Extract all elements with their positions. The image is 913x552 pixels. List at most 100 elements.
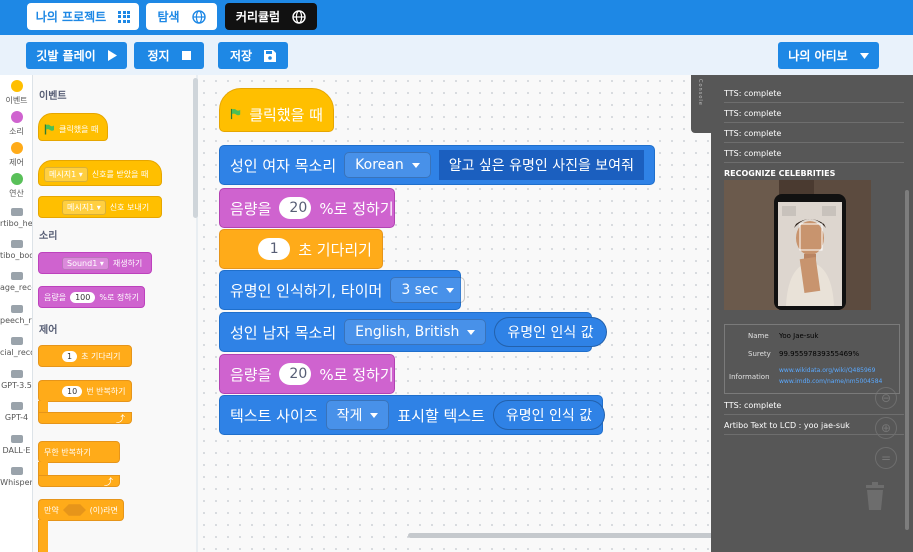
category-speech-recognition[interactable]: peech_reco (0, 305, 32, 325)
category-facial-recognition[interactable]: cial_recog (0, 337, 32, 357)
when-flag-clicked-block[interactable]: 클릭했을 때 (219, 88, 334, 132)
language-dropdown[interactable]: English, British (344, 319, 487, 345)
forever-c-arm (38, 462, 48, 476)
palette-broadcast[interactable]: 메시지1 ▾ 신호 보내기 (38, 196, 162, 218)
information-label: Information (729, 373, 770, 381)
my-artibo-dropdown[interactable]: 나의 아티보 (778, 42, 879, 69)
volume-input[interactable]: 20 (279, 197, 312, 219)
imdb-link[interactable]: www.imdb.com/name/nm5004584 (779, 378, 882, 385)
extension-icon (10, 435, 23, 443)
my-artibo-label: 나의 아티보 (788, 49, 848, 63)
output-panel: TTS: complete TTS: complete TTS: complet… (711, 75, 913, 552)
palette-when-received[interactable]: 메시지1 ▾ 신호를 받았을 때 (38, 160, 162, 186)
script-workspace[interactable]: 클릭했을 때 성인 여자 목소리 Korean 알고 싶은 유명인 사진을 보여… (198, 75, 711, 552)
block-label: 성인 남자 목소리 (230, 323, 337, 342)
palette-repeat[interactable]: 10 번 반복하기 (38, 380, 132, 402)
extension-icon (10, 337, 23, 345)
category-events[interactable]: 이벤트 (0, 80, 32, 106)
stop-button[interactable]: 정지 (134, 42, 204, 69)
category-control[interactable]: 제어 (0, 142, 32, 168)
category-artibo-head[interactable]: rtibo_head (0, 208, 32, 228)
palette-set-volume[interactable]: 음량을 100 %로 정하기 (38, 286, 145, 308)
repeat-input[interactable]: 10 (62, 385, 83, 397)
category-label: peech_reco (0, 316, 32, 325)
wait-input[interactable]: 1 (258, 238, 291, 260)
set-volume-block[interactable]: 음량을 20 %로 정하기 (219, 188, 395, 228)
category-whisper[interactable]: Whisper (0, 467, 32, 487)
text-size-dropdown[interactable]: 작게 (325, 400, 390, 430)
palette-forever[interactable]: 무한 반복하기 (38, 441, 120, 463)
boolean-slot-icon (62, 504, 86, 516)
block-label: 무한 반복하기 (44, 447, 91, 457)
lcd-text-block[interactable]: 텍스트 사이즈 작게 표시할 텍스트 유명인 인식 값 (219, 395, 606, 435)
volume-input[interactable]: 100 (70, 291, 96, 303)
grid-icon (118, 10, 131, 23)
block-label: 성인 여자 목소리 (230, 156, 337, 175)
sound-dropdown[interactable]: Sound1 ▾ (62, 256, 109, 270)
message-dropdown[interactable]: 메시지1 ▾ (62, 199, 106, 215)
category-gpt4[interactable]: GPT-4 (0, 402, 32, 422)
category-dot-icon (10, 142, 23, 154)
explore-button[interactable]: 탐색 (146, 3, 217, 30)
category-dot-icon (10, 173, 23, 185)
block-label: 텍스트 사이즈 (230, 406, 318, 425)
wait-input[interactable]: 1 (62, 350, 78, 362)
flag-play-button[interactable]: 깃발 플레이 (26, 42, 127, 69)
action-bar: 깃발 플레이 정지 저장 나의 아티보 (0, 35, 913, 75)
celebrity-value-reporter[interactable]: 유명인 인식 값 (494, 317, 607, 347)
wait-block[interactable]: 1 초 기다리기 (219, 229, 383, 269)
output-panel-scrollbar[interactable] (905, 190, 909, 530)
male-voice-tts-block[interactable]: 성인 남자 목소리 English, British 유명인 인식 값 (219, 312, 607, 352)
celebrity-info-box: Name Yoo Jae-suk Surety 99.9559783935546… (724, 324, 900, 394)
category-label: tibo_body (0, 251, 32, 260)
block-label: 번 반복하기 (86, 386, 126, 396)
zoom-in-icon[interactable]: ⊕ (875, 417, 897, 439)
female-voice-tts-block[interactable]: 성인 여자 목소리 Korean 알고 싶은 유명인 사진을 보여줘 (219, 145, 655, 185)
celebrity-value-reporter[interactable]: 유명인 인식 값 (492, 400, 606, 430)
palette-play-sound[interactable]: Sound1 ▾ 재생하기 (38, 252, 152, 274)
timer-dropdown[interactable]: 3 sec (390, 277, 466, 303)
block-label: 클릭했을 때 (59, 124, 99, 134)
block-label: 재생하기 (112, 258, 143, 268)
zoom-reset-icon[interactable]: = (875, 447, 897, 469)
category-operators[interactable]: 연산 (0, 173, 32, 199)
category-label: 소리 (9, 127, 24, 136)
caret-down-icon (370, 412, 379, 418)
category-image-recognition[interactable]: age_recog (0, 272, 32, 292)
block-label: 유명인 인식하기, 타이머 (230, 281, 383, 300)
trash-icon[interactable] (863, 481, 887, 511)
surety-label: Surety (748, 350, 771, 358)
category-label: 제어 (9, 158, 24, 167)
wikidata-link[interactable]: www.wikidata.org/wiki/Q485969 (779, 367, 875, 374)
volume-input[interactable]: 20 (279, 363, 312, 385)
curriculum-button[interactable]: 커리큘럼 (225, 3, 317, 30)
category-gpt35[interactable]: GPT-3.5 (0, 370, 32, 390)
my-projects-button[interactable]: 나의 프로젝트 (27, 3, 139, 30)
loop-arrow-icon: ⤴ (103, 478, 113, 488)
category-sound[interactable]: 소리 (0, 111, 32, 137)
top-nav-bar: 나의 프로젝트 탐색 커리큘럼 (0, 0, 913, 35)
log-line: TTS: complete (724, 109, 904, 123)
category-artibo-body[interactable]: tibo_body (0, 240, 32, 260)
repeat-c-tail: ⤴ (38, 412, 132, 425)
save-button[interactable]: 저장 (218, 42, 288, 69)
category-label: 연산 (9, 189, 24, 198)
block-palette: 이벤트 클릭했을 때 메시지1 ▾ 신호를 받았을 때 메시지1 ▾ 신호 보내… (33, 75, 196, 552)
palette-if[interactable]: 만약 (이)라면 (38, 499, 124, 521)
category-dalle[interactable]: DALL·E (0, 435, 32, 455)
extension-icon (10, 402, 23, 410)
block-label: 클릭했을 때 (249, 105, 323, 124)
stop-icon (181, 51, 191, 60)
if-c-arm (38, 520, 48, 552)
palette-wait[interactable]: 1 초 기다리기 (38, 345, 132, 367)
surety-value: 99.95597839355469% (779, 350, 860, 358)
recognize-celebrity-block[interactable]: 유명인 인식하기, 타이머 3 sec (219, 270, 466, 310)
message-dropdown[interactable]: 메시지1 ▾ (44, 167, 88, 182)
console-tab[interactable]: Console (691, 75, 711, 133)
language-dropdown[interactable]: Korean (344, 152, 431, 178)
play-icon (107, 50, 117, 61)
set-volume-block[interactable]: 음량을 20 %로 정하기 (219, 354, 395, 394)
palette-title-sound: 소리 (39, 231, 58, 242)
speech-text-input[interactable]: 알고 싶은 유명인 사진을 보여줘 (438, 150, 644, 180)
palette-when-flag-clicked[interactable]: 클릭했을 때 (38, 113, 108, 141)
